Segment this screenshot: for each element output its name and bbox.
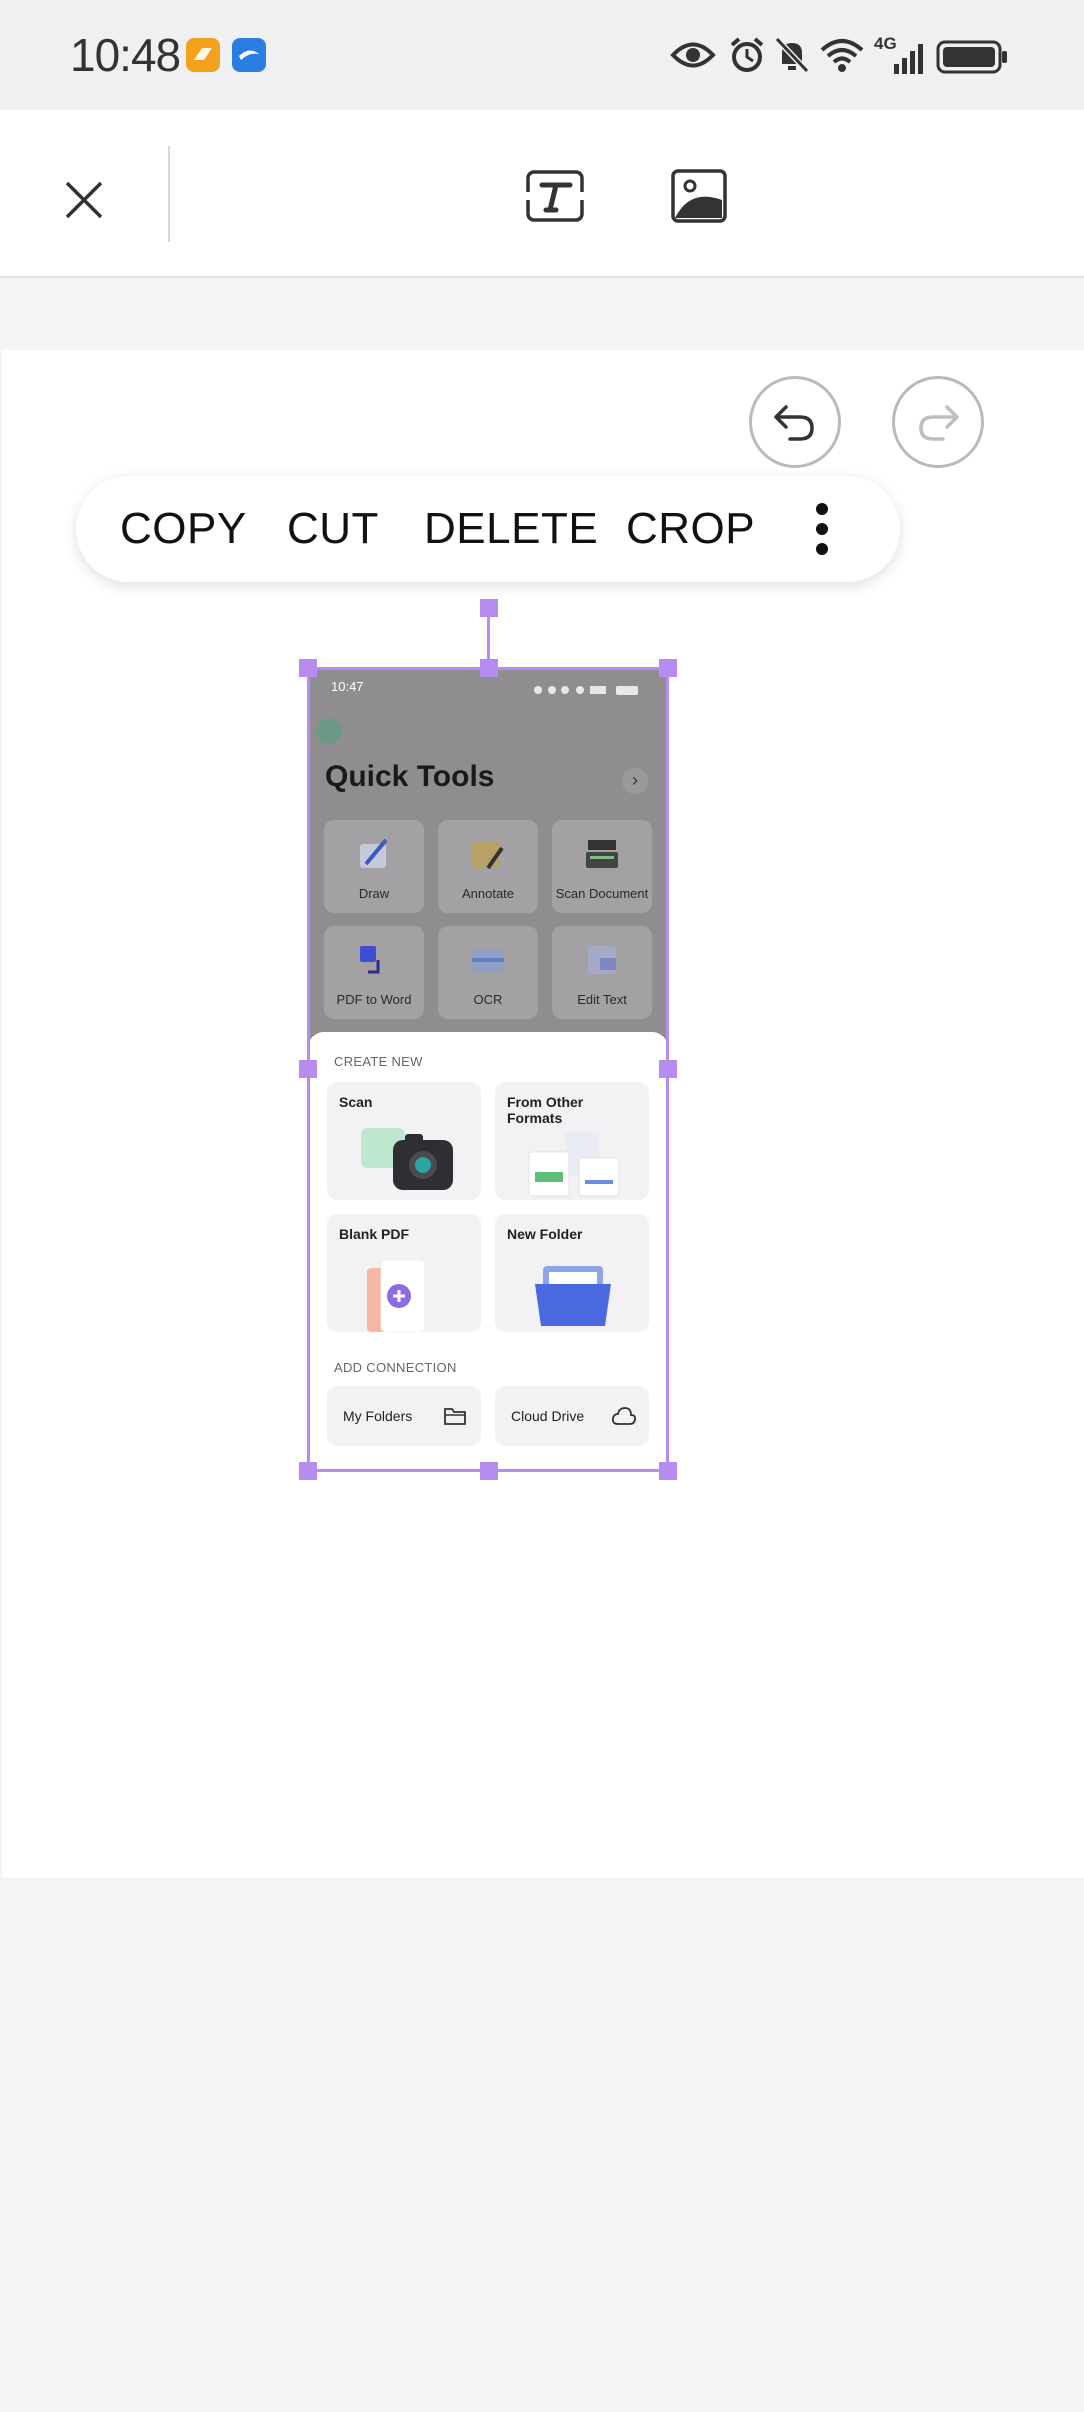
canvas-background [0, 278, 1084, 350]
crop-menu-item[interactable]: CROP [626, 504, 755, 554]
context-menu: COPY CUT DELETE CROP [76, 476, 900, 582]
bell-off-icon [774, 36, 810, 74]
image-tool-button[interactable] [670, 168, 728, 224]
text-tool-icon [524, 170, 586, 222]
resize-handle[interactable] [299, 1060, 317, 1078]
status-time: 10:48 [70, 29, 181, 81]
more-vertical-icon [816, 503, 828, 555]
redo-button[interactable] [892, 376, 984, 468]
app-notification-icon [186, 38, 220, 72]
cut-menu-item[interactable]: CUT [287, 504, 379, 554]
resize-handle[interactable] [299, 1462, 317, 1480]
resize-handle[interactable] [659, 1060, 677, 1078]
undo-icon [774, 405, 814, 441]
resize-handle[interactable] [299, 659, 317, 677]
app-notification-icon [232, 38, 266, 72]
selection-frame [307, 667, 669, 1472]
eye-icon [670, 42, 716, 68]
resize-handle[interactable] [659, 1462, 677, 1480]
status-bar: 10:48 4G [0, 0, 1084, 110]
copy-menu-item[interactable]: COPY [120, 504, 247, 554]
signal-icon [894, 44, 923, 74]
wifi-icon [820, 39, 864, 72]
more-options-button[interactable] [804, 498, 840, 560]
close-button[interactable] [54, 170, 114, 230]
close-icon [65, 181, 103, 219]
redo-icon [919, 405, 959, 441]
delete-menu-item[interactable]: DELETE [424, 504, 598, 554]
resize-handle[interactable] [659, 659, 677, 677]
undo-button[interactable] [749, 376, 841, 468]
image-tool-icon [671, 169, 727, 223]
toolbar-divider [168, 146, 170, 242]
resize-handle[interactable] [480, 659, 498, 677]
text-tool-button[interactable] [524, 168, 586, 224]
battery-icon [936, 40, 1007, 74]
rotate-handle[interactable] [480, 599, 498, 617]
editor-toolbar [0, 110, 1084, 278]
resize-handle[interactable] [480, 1462, 498, 1480]
alarm-icon [730, 37, 764, 72]
